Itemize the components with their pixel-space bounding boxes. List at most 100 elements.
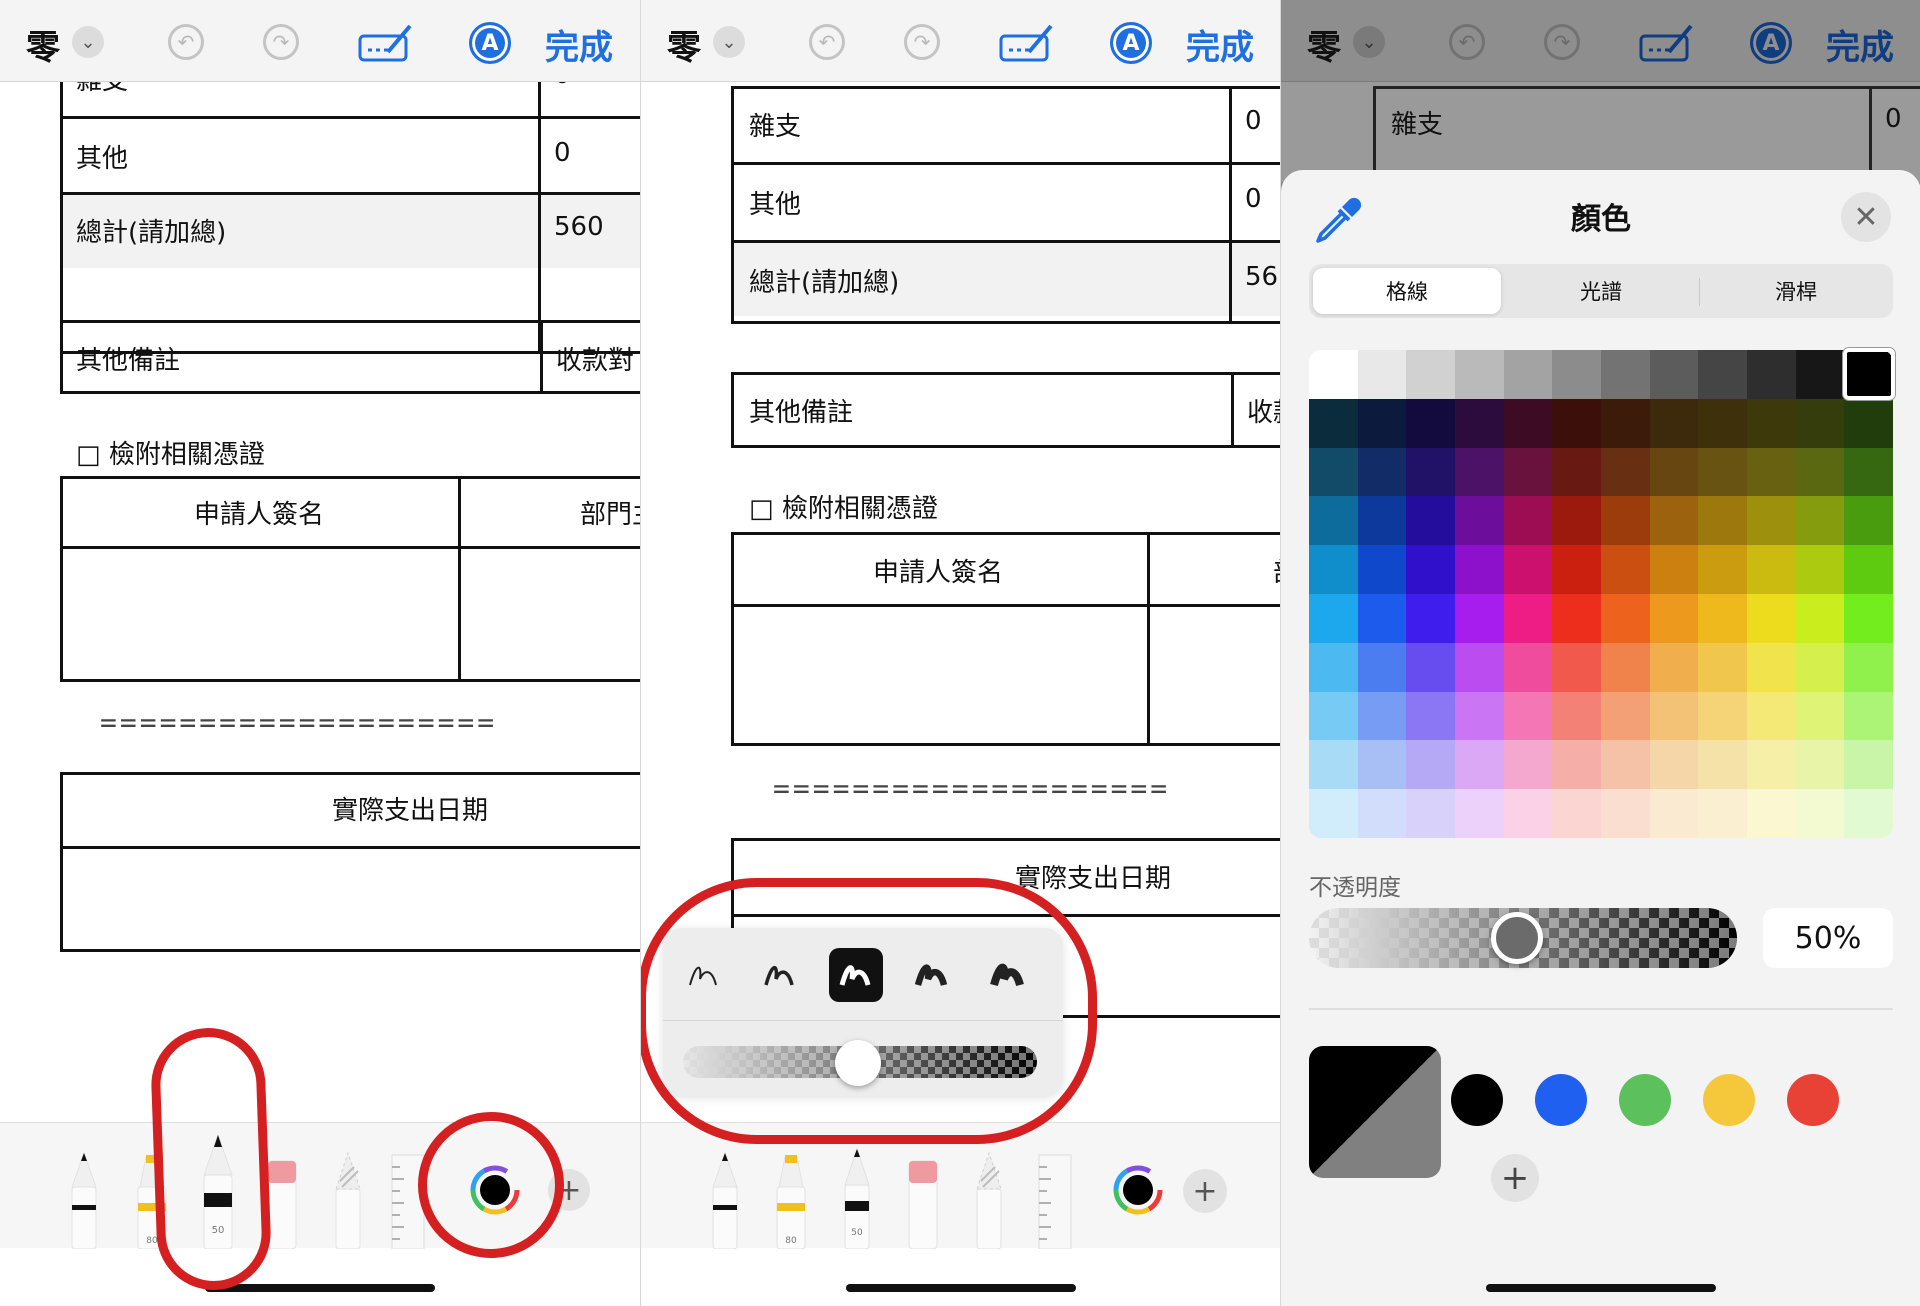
markup-toggle-icon[interactable]: A	[1750, 22, 1792, 64]
color-swatch[interactable]	[1309, 545, 1359, 595]
color-swatch[interactable]	[1795, 740, 1845, 790]
color-swatch[interactable]	[1844, 740, 1893, 790]
color-swatch[interactable]	[1503, 545, 1553, 595]
tab-sliders[interactable]: 滑桿	[1703, 268, 1889, 314]
color-swatch[interactable]	[1455, 691, 1505, 741]
color-swatch[interactable]	[1406, 642, 1456, 693]
color-swatch[interactable]	[1357, 789, 1407, 838]
add-tool-icon[interactable]: +	[1183, 1169, 1227, 1213]
color-swatch[interactable]	[1357, 496, 1407, 546]
color-swatch[interactable]	[1552, 594, 1602, 644]
color-swatch[interactable]	[1698, 789, 1748, 838]
pen-markup-icon[interactable]	[1639, 22, 1695, 64]
color-swatch[interactable]	[1455, 642, 1505, 693]
markup-toggle-icon[interactable]: A	[469, 22, 511, 64]
eraser-tool-icon[interactable]	[903, 1147, 943, 1249]
color-swatch[interactable]	[1649, 642, 1699, 693]
color-swatch[interactable]	[1309, 789, 1359, 838]
opacity-value[interactable]: 50%	[1763, 908, 1893, 968]
color-swatch[interactable]	[1503, 496, 1553, 546]
color-swatch[interactable]	[1357, 740, 1407, 790]
color-swatch[interactable]	[1357, 350, 1407, 400]
color-swatch[interactable]	[1795, 691, 1845, 741]
undo-icon[interactable]: ↶	[168, 24, 204, 60]
color-swatch[interactable]	[1406, 594, 1456, 644]
color-swatch[interactable]	[1844, 496, 1893, 546]
color-swatch[interactable]	[1747, 740, 1797, 790]
redo-icon[interactable]: ↷	[904, 24, 940, 60]
done-button[interactable]: 完成	[1826, 20, 1894, 69]
color-swatch[interactable]	[1601, 691, 1651, 741]
color-swatch[interactable]	[1698, 740, 1748, 790]
color-swatch[interactable]	[1552, 447, 1602, 497]
color-swatch[interactable]	[1503, 691, 1553, 741]
color-picker-icon[interactable]	[1113, 1165, 1163, 1215]
color-swatch[interactable]	[1406, 350, 1456, 400]
ruler-tool-icon[interactable]	[1037, 1153, 1073, 1249]
preset-color-dot[interactable]	[1787, 1074, 1839, 1126]
pen-tool-icon[interactable]	[705, 1147, 745, 1249]
pencil-tool-selected-icon[interactable]: 50	[837, 1143, 877, 1249]
markup-toggle-icon[interactable]: A	[1110, 22, 1152, 64]
preset-color-dot[interactable]	[1535, 1074, 1587, 1126]
file-name[interactable]: 零	[26, 20, 60, 69]
color-swatch[interactable]	[1698, 594, 1748, 644]
color-swatch[interactable]	[1795, 398, 1845, 449]
color-swatch[interactable]	[1747, 642, 1797, 693]
chevron-down-icon[interactable]: ⌄	[1353, 26, 1385, 58]
color-swatch[interactable]	[1649, 740, 1699, 790]
color-swatch[interactable]	[1357, 545, 1407, 595]
color-swatch[interactable]	[1309, 594, 1359, 644]
color-swatch[interactable]	[1795, 545, 1845, 595]
color-swatch[interactable]	[1698, 691, 1748, 741]
pen-tool-icon[interactable]	[64, 1147, 104, 1249]
color-swatch[interactable]	[1649, 545, 1699, 595]
color-swatch[interactable]	[1455, 740, 1505, 790]
color-swatch[interactable]	[1698, 350, 1748, 400]
color-swatch[interactable]	[1406, 545, 1456, 595]
marker-tool-icon[interactable]: 80	[771, 1147, 811, 1249]
color-swatch[interactable]	[1552, 350, 1602, 400]
color-swatch[interactable]	[1357, 691, 1407, 741]
tab-grid[interactable]: 格線	[1313, 268, 1501, 314]
color-swatch[interactable]	[1698, 642, 1748, 693]
color-grid[interactable]	[1309, 350, 1893, 838]
pen-markup-icon[interactable]	[999, 22, 1055, 64]
color-swatch[interactable]	[1309, 691, 1359, 741]
color-swatch[interactable]	[1357, 594, 1407, 644]
color-swatch[interactable]	[1844, 398, 1893, 449]
file-name[interactable]: 零	[1307, 20, 1341, 69]
color-swatch[interactable]	[1795, 496, 1845, 546]
color-swatch[interactable]	[1406, 691, 1456, 741]
color-swatch[interactable]	[1455, 447, 1505, 497]
color-swatch[interactable]	[1357, 642, 1407, 693]
done-button[interactable]: 完成	[1186, 20, 1254, 69]
color-swatch[interactable]	[1747, 594, 1797, 644]
color-swatch[interactable]	[1601, 642, 1651, 693]
color-swatch[interactable]	[1649, 447, 1699, 497]
color-swatch[interactable]	[1357, 447, 1407, 497]
lasso-tool-icon[interactable]	[328, 1147, 368, 1249]
color-swatch[interactable]	[1601, 789, 1651, 838]
color-swatch[interactable]	[1309, 350, 1359, 400]
color-swatch[interactable]	[1698, 447, 1748, 497]
color-swatch[interactable]	[1552, 496, 1602, 546]
color-swatch[interactable]	[1406, 447, 1456, 497]
color-swatch[interactable]	[1552, 691, 1602, 741]
color-swatch[interactable]	[1455, 789, 1505, 838]
color-swatch[interactable]	[1503, 740, 1553, 790]
color-swatch[interactable]	[1649, 350, 1699, 400]
preset-color-dot[interactable]	[1451, 1074, 1503, 1126]
color-swatch[interactable]	[1698, 398, 1748, 449]
color-swatch[interactable]	[1552, 398, 1602, 449]
color-swatch[interactable]	[1309, 398, 1359, 449]
preset-color-dot[interactable]	[1619, 1074, 1671, 1126]
color-swatch[interactable]	[1455, 594, 1505, 644]
color-swatch[interactable]	[1503, 594, 1553, 644]
color-swatch[interactable]	[1747, 545, 1797, 595]
color-swatch[interactable]	[1601, 594, 1651, 644]
color-swatch[interactable]	[1309, 642, 1359, 693]
color-swatch[interactable]	[1552, 740, 1602, 790]
color-swatch[interactable]	[1649, 398, 1699, 449]
color-swatch[interactable]	[1552, 789, 1602, 838]
